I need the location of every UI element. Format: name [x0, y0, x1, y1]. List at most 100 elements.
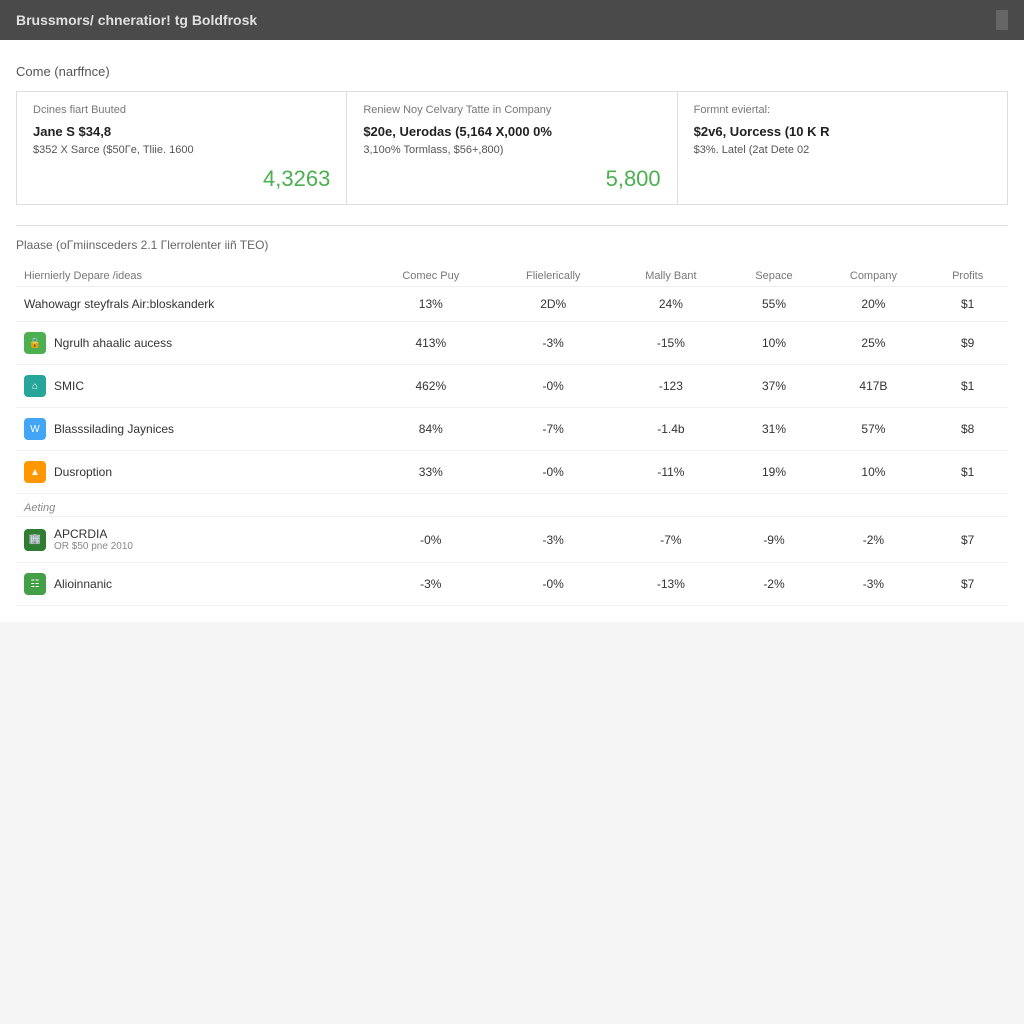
cell-col6: $7	[927, 563, 1008, 606]
cell-col1: 84%	[369, 408, 494, 451]
company-cell: ▲ Dusroption	[16, 451, 369, 494]
company-name: Blasssilading Jaynices	[54, 422, 174, 436]
table-row: ☷Alioinnanic-3%-0%-13%-2%-3%$7	[16, 563, 1008, 606]
cell-col6: $7	[927, 517, 1008, 563]
col-header-1: Comec Puy	[369, 266, 494, 287]
company-icon: 🏢	[24, 529, 46, 551]
table-row: 🏢 APCRDIAOR $50 pne 2010 -0%-3%-7%-9%-2%$7	[16, 517, 1008, 563]
card-3-main1: $2v6, Uorcess (10 K R	[694, 122, 991, 142]
cell-col4: -9%	[728, 517, 819, 563]
cell-col2: -7%	[493, 408, 613, 451]
company-name: Ngrulh ahaalic aucess	[54, 336, 172, 350]
header-title: Brussmors/ chneratior! tg Boldfrosk	[16, 12, 257, 28]
cell-col2: 2D%	[493, 287, 613, 322]
table-section-subtitle: Plaase (oΓmiinsceders 2.1 Γlerrolenter i…	[16, 238, 1008, 252]
card-1-number: 4,3263	[33, 166, 330, 192]
cell-col4: -2%	[728, 563, 819, 606]
card-2-number: 5,800	[363, 166, 660, 192]
table-header-row: Hiernierly Depare /ideas Comec Puy Fliel…	[16, 266, 1008, 287]
company-name: APCRDIA	[54, 527, 133, 541]
main-content: Come (narffnce) Dcines fiart Buuted Jane…	[0, 40, 1024, 622]
cell-col5: 10%	[820, 451, 928, 494]
cell-col4: 55%	[728, 287, 819, 322]
cell-col3: -1.4b	[613, 408, 728, 451]
cell-col1: 13%	[369, 287, 494, 322]
cell-col1: 33%	[369, 451, 494, 494]
cell-col4: 31%	[728, 408, 819, 451]
company-cell: 🏢 APCRDIAOR $50 pne 2010	[16, 517, 369, 563]
cell-col4: 37%	[728, 365, 819, 408]
table-row: 🔒Ngrulh ahaalic aucess413%-3%-15%10%25%$…	[16, 322, 1008, 365]
cell-col1: -3%	[369, 563, 494, 606]
card-3-sub: $3%. Latel (2at Dete 02	[694, 142, 991, 159]
col-header-profits: Profits	[927, 266, 1008, 287]
col-header-4: Sepace	[728, 266, 819, 287]
cell-col2: -0%	[493, 451, 613, 494]
summary-card-3: Formnt eviertal: $2v6, Uorcess (10 K R $…	[678, 92, 1007, 204]
cell-col1: 462%	[369, 365, 494, 408]
company-cell: 🔒 Ngrulh ahaalic aucess	[16, 322, 369, 365]
card-2-sub: 3,10o% Tormlass, $56+,800)	[363, 142, 660, 159]
cell-col3: -11%	[613, 451, 728, 494]
table-row: W Blasssilading Jaynices 84%-7%-1.4b31%57%…	[16, 408, 1008, 451]
row-group-label: Aeting	[16, 494, 1008, 517]
company-icon: ▲	[24, 461, 46, 483]
company-name: SMIC	[54, 379, 84, 393]
card-2-label: Reniew Noy Celvary Tatte in Company	[363, 104, 660, 116]
summary-cards: Dcines fiart Buuted Jane S $34,8 $352 X …	[16, 91, 1008, 205]
company-cell: Wahowagr steyfrals Air:bloskanderk	[16, 287, 369, 322]
cell-col1: 413%	[369, 322, 494, 365]
cell-col5: 57%	[820, 408, 928, 451]
cell-col5: -2%	[820, 517, 928, 563]
cell-col6: $8	[927, 408, 1008, 451]
table-row: Wahowagr steyfrals Air:bloskanderk 13%2D%…	[16, 287, 1008, 322]
cell-col6: $9	[927, 322, 1008, 365]
company-cell: ⌂ SMIC	[16, 365, 369, 408]
table-row: ▲Dusroption33%-0%-11%19%10%$1	[16, 451, 1008, 494]
cell-col2: -0%	[493, 365, 613, 408]
cell-col5: -3%	[820, 563, 928, 606]
cell-col5: 25%	[820, 322, 928, 365]
card-3-label: Formnt eviertal:	[694, 104, 991, 116]
col-header-3: Mally Bant	[613, 266, 728, 287]
col-header-2: Flielerically	[493, 266, 613, 287]
card-1-label: Dcines fiart Buuted	[33, 104, 330, 116]
cell-col6: $1	[927, 287, 1008, 322]
company-name: Alioinnanic	[54, 577, 112, 591]
company-name: Wahowagr steyfrals Air:bloskanderk	[24, 297, 214, 311]
company-icon: 🔒	[24, 332, 46, 354]
col-header-name: Hiernierly Depare /ideas	[16, 266, 369, 287]
company-name: Dusroption	[54, 465, 112, 479]
card-1-main1: Jane S $34,8	[33, 122, 330, 142]
header-right-indicator	[996, 10, 1008, 30]
divider	[16, 225, 1008, 226]
company-cell: ☷ Alioinnanic	[16, 563, 369, 606]
company-cell: W Blasssilading Jaynices	[16, 408, 369, 451]
summary-card-1: Dcines fiart Buuted Jane S $34,8 $352 X …	[17, 92, 347, 204]
company-icon: W	[24, 418, 46, 440]
summary-card-2: Reniew Noy Celvary Tatte in Company $20e…	[347, 92, 677, 204]
company-icon: ⌂	[24, 375, 46, 397]
cell-col5: 417B	[820, 365, 928, 408]
company-icon: ☷	[24, 573, 46, 595]
card-1-sub: $352 X Sarce ($50Γe, Tliie. 1600	[33, 142, 330, 159]
cell-col2: -3%	[493, 517, 613, 563]
cell-col5: 20%	[820, 287, 928, 322]
cell-col3: -123	[613, 365, 728, 408]
cell-col3: -15%	[613, 322, 728, 365]
cell-col3: -7%	[613, 517, 728, 563]
cell-col2: -0%	[493, 563, 613, 606]
cell-col1: -0%	[369, 517, 494, 563]
section-title: Come (narffnce)	[16, 64, 1008, 79]
header-bar: Brussmors/ chneratior! tg Boldfrosk	[0, 0, 1024, 40]
card-2-main1: $20e, Uerodas (5,164 X,000 0%	[363, 122, 660, 142]
data-table: Hiernierly Depare /ideas Comec Puy Fliel…	[16, 266, 1008, 606]
cell-col4: 10%	[728, 322, 819, 365]
company-sub: OR $50 pne 2010	[54, 541, 133, 552]
col-header-5: Company	[820, 266, 928, 287]
cell-col3: -13%	[613, 563, 728, 606]
cell-col6: $1	[927, 365, 1008, 408]
cell-col3: 24%	[613, 287, 728, 322]
table-row: ⌂ SMIC 462%-0%-12337%417B$1	[16, 365, 1008, 408]
cell-col6: $1	[927, 451, 1008, 494]
